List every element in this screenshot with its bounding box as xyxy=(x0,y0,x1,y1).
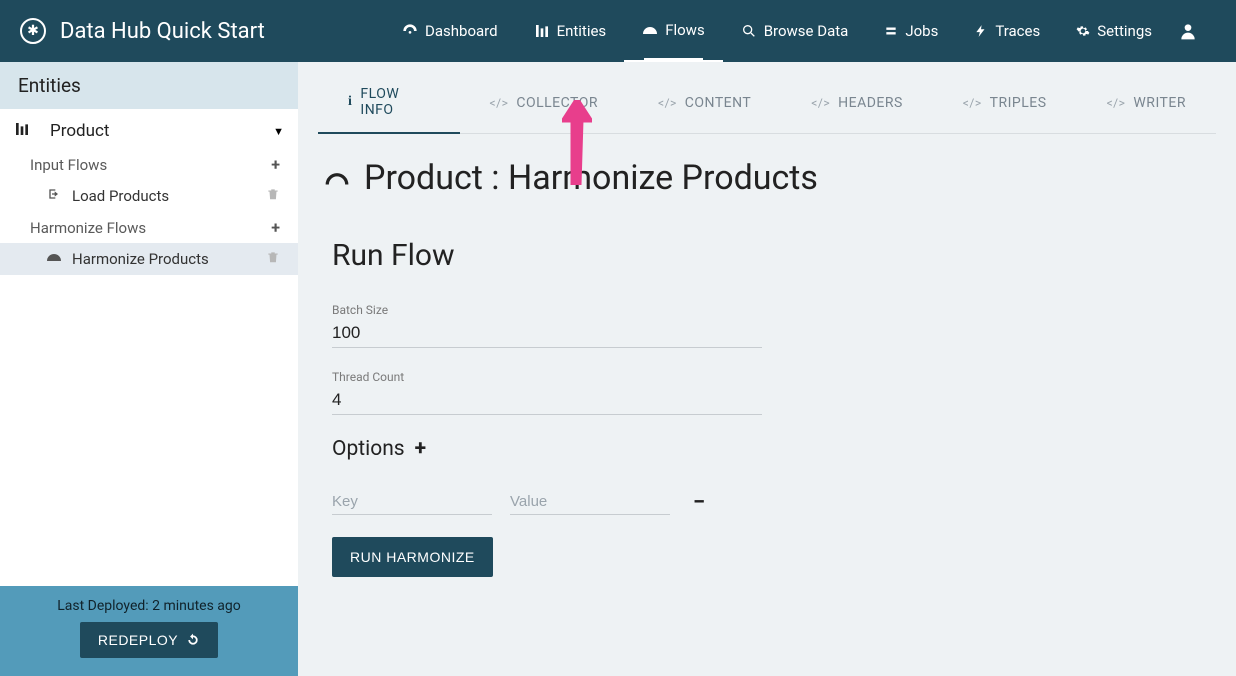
code-icon: </> xyxy=(1107,96,1126,110)
nav-flows[interactable]: Flows xyxy=(624,0,723,62)
nav-browse[interactable]: Browse Data xyxy=(723,0,867,62)
tab-triples[interactable]: </> TRIPLES xyxy=(933,72,1077,133)
page-title: Product : Harmonize Products xyxy=(324,158,1216,198)
nav-settings-label: Settings xyxy=(1097,22,1152,40)
tab-collector-label: COLLECTOR xyxy=(516,95,598,111)
nav-items: Dashboard Entities Flows Browse Data Job… xyxy=(384,0,1206,62)
tab-content-label: CONTENT xyxy=(685,95,752,111)
nav-dashboard[interactable]: Dashboard xyxy=(384,0,516,62)
harmonize-flows-group: Harmonize Flows + xyxy=(0,212,298,243)
options-label: Options xyxy=(332,437,405,461)
add-harmonize-flow-button[interactable]: + xyxy=(271,218,280,237)
nav-traces[interactable]: Traces xyxy=(956,0,1058,62)
entity-name: Product xyxy=(50,121,109,141)
redeploy-label: REDEPLOY xyxy=(98,632,178,648)
add-option-button[interactable]: + xyxy=(415,437,426,461)
flow-item-load-products[interactable]: Load Products xyxy=(0,180,298,212)
flows-icon xyxy=(642,22,658,38)
flow-tabs: i FLOW INFO </> COLLECTOR </> CONTENT </… xyxy=(318,72,1216,134)
gear-icon xyxy=(1076,24,1090,38)
main-content: i FLOW INFO </> COLLECTOR </> CONTENT </… xyxy=(298,62,1236,676)
entity-icon xyxy=(14,121,40,141)
top-nav: Data Hub Quick Start Dashboard Entities … xyxy=(0,0,1236,62)
input-flows-label: Input Flows xyxy=(30,156,107,174)
batch-size-input[interactable] xyxy=(332,319,762,348)
option-row: − xyxy=(332,489,1216,515)
tab-content[interactable]: </> CONTENT xyxy=(628,72,781,133)
code-icon: </> xyxy=(658,96,677,110)
redeploy-button[interactable]: REDEPLOY xyxy=(80,622,218,658)
section-run-flow: Run Flow xyxy=(332,238,1216,273)
dashboard-icon xyxy=(402,23,418,39)
tab-headers[interactable]: </> HEADERS xyxy=(781,72,933,133)
options-heading: Options + xyxy=(332,437,1216,461)
nav-traces-label: Traces xyxy=(995,22,1040,40)
code-icon: </> xyxy=(963,96,982,110)
sidebar-footer: Last Deployed: 2 minutes ago REDEPLOY xyxy=(0,586,298,676)
user-icon xyxy=(1178,21,1198,41)
tab-writer[interactable]: </> WRITER xyxy=(1077,72,1216,133)
delete-flow-icon[interactable] xyxy=(266,187,280,205)
input-flows-group: Input Flows + xyxy=(0,149,298,180)
search-icon xyxy=(741,23,757,39)
nav-jobs[interactable]: Jobs xyxy=(866,0,956,62)
tab-triples-label: TRIPLES xyxy=(990,95,1047,111)
info-icon: i xyxy=(348,94,352,110)
tab-flow-info-label: FLOW INFO xyxy=(360,86,429,118)
brand-title: Data Hub Quick Start xyxy=(60,19,265,44)
field-batch-size: Batch Size xyxy=(332,303,762,348)
sidebar: Entities Product ▼ Input Flows + Load Pr… xyxy=(0,62,298,676)
input-icon xyxy=(46,186,62,206)
tab-flow-info[interactable]: i FLOW INFO xyxy=(318,72,460,134)
sidebar-header: Entities xyxy=(0,62,298,109)
nav-dashboard-label: Dashboard xyxy=(425,22,498,40)
chevron-down-icon: ▼ xyxy=(273,125,284,138)
flow-item-label: Load Products xyxy=(72,187,169,205)
thread-count-label: Thread Count xyxy=(332,370,762,384)
add-input-flow-button[interactable]: + xyxy=(271,155,280,174)
bolt-icon xyxy=(974,24,988,38)
nav-jobs-label: Jobs xyxy=(905,22,938,40)
flow-icon xyxy=(324,165,350,191)
tab-writer-label: WRITER xyxy=(1133,95,1186,111)
nav-user[interactable] xyxy=(1170,0,1206,62)
batch-size-label: Batch Size xyxy=(332,303,762,317)
option-value-input[interactable] xyxy=(510,489,670,515)
flow-item-label: Harmonize Products xyxy=(72,250,209,268)
last-deployed-text: Last Deployed: 2 minutes ago xyxy=(0,598,298,614)
tab-collector[interactable]: </> COLLECTOR xyxy=(460,72,628,133)
nav-flows-label: Flows xyxy=(665,21,705,39)
nav-settings[interactable]: Settings xyxy=(1058,0,1170,62)
code-icon: </> xyxy=(811,96,830,110)
run-harmonize-label: RUN HARMONIZE xyxy=(350,549,475,565)
field-thread-count: Thread Count xyxy=(332,370,762,415)
delete-flow-icon[interactable] xyxy=(266,250,280,268)
harmonize-flows-label: Harmonize Flows xyxy=(30,219,146,237)
thread-count-input[interactable] xyxy=(332,386,762,415)
nav-entities-label: Entities xyxy=(557,22,607,40)
run-harmonize-button[interactable]: RUN HARMONIZE xyxy=(332,537,493,577)
brand-logo-icon xyxy=(20,18,46,44)
harmonize-icon xyxy=(46,249,62,269)
page-title-text: Product : Harmonize Products xyxy=(364,158,818,198)
jobs-icon xyxy=(884,24,898,38)
entities-icon xyxy=(534,23,550,39)
flow-item-harmonize-products[interactable]: Harmonize Products xyxy=(0,243,298,275)
tab-headers-label: HEADERS xyxy=(838,95,903,111)
sidebar-body: Product ▼ Input Flows + Load Products Ha… xyxy=(0,109,298,586)
remove-option-button[interactable]: − xyxy=(693,490,705,515)
brand: Data Hub Quick Start xyxy=(20,18,265,44)
nav-entities[interactable]: Entities xyxy=(516,0,625,62)
entity-row-product[interactable]: Product ▼ xyxy=(0,113,298,149)
nav-browse-label: Browse Data xyxy=(764,22,849,40)
refresh-icon xyxy=(186,633,200,647)
option-key-input[interactable] xyxy=(332,489,492,515)
code-icon: </> xyxy=(490,96,509,110)
